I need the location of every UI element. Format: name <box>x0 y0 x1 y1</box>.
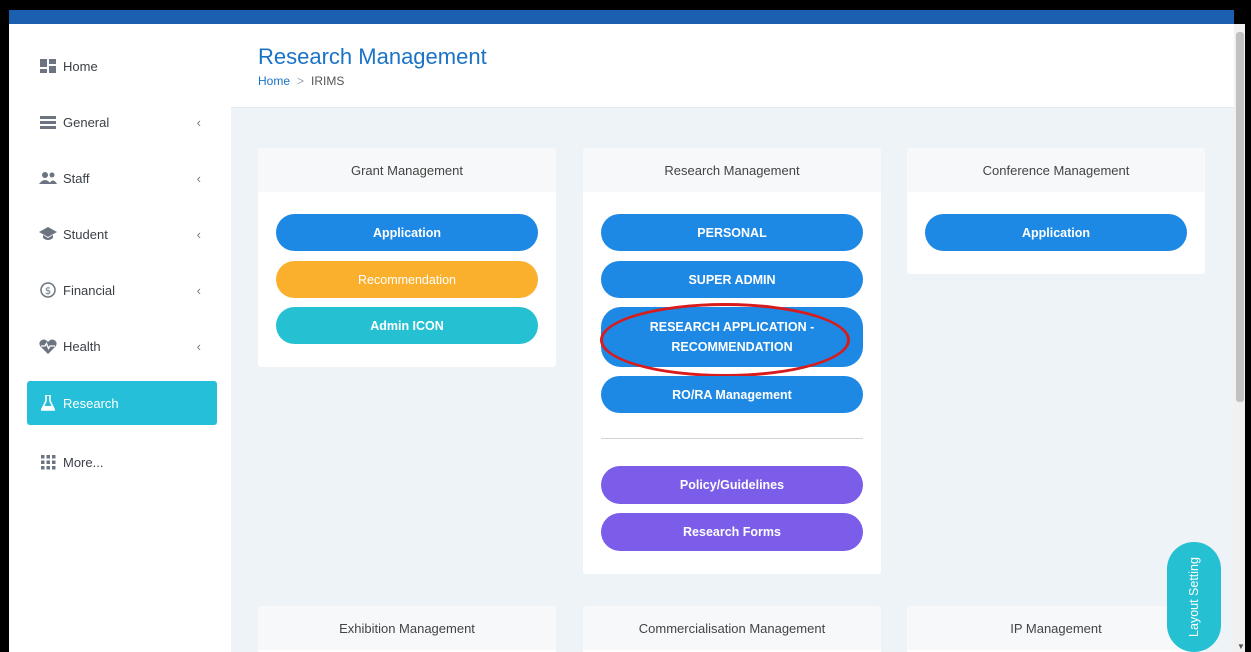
super-admin-button[interactable]: SUPER ADMIN <box>601 261 863 298</box>
grid-icon <box>39 453 57 471</box>
personal-button[interactable]: PERSONAL <box>601 214 863 251</box>
policy-guidelines-button[interactable]: Policy/Guidelines <box>601 466 863 504</box>
sidebar-item-staff[interactable]: Staff ‹ <box>27 156 217 200</box>
ip-management-card: IP Management <box>907 606 1205 652</box>
card-title: Exhibition Management <box>258 606 556 650</box>
app-frame: Home General ‹ Staff ‹ Student ‹ $ Finan… <box>9 24 1245 652</box>
research-management-card: Research Management PERSONAL SUPER ADMIN… <box>583 148 881 574</box>
grant-management-card: Grant Management Application Recommendat… <box>258 148 556 367</box>
grant-application-button[interactable]: Application <box>276 214 538 251</box>
conference-management-card: Conference Management Application <box>907 148 1205 274</box>
breadcrumb-separator-icon: > <box>297 74 305 88</box>
layout-setting-button[interactable]: Layout Setting <box>1167 542 1221 652</box>
top-bar <box>9 10 1234 24</box>
heartbeat-icon <box>39 337 57 355</box>
research-forms-button[interactable]: Research Forms <box>601 513 863 551</box>
page-title: Research Management <box>258 44 487 69</box>
dashboard-icon <box>39 57 57 75</box>
main-content: Research Management Home > IRIMS Grant M… <box>231 24 1234 652</box>
sidebar-item-general[interactable]: General ‹ <box>27 100 217 144</box>
card-title: Conference Management <box>907 148 1205 192</box>
conference-application-button[interactable]: Application <box>925 214 1187 251</box>
sidebar-item-label: Financial <box>63 282 116 298</box>
scrollbar-thumb[interactable] <box>1236 32 1244 402</box>
sidebar-item-home[interactable]: Home <box>27 44 217 88</box>
research-application-recommendation-button[interactable]: RESEARCH APPLICATION - RECOMMENDATION <box>601 307 863 367</box>
grant-admin-icon-button[interactable]: Admin ICON <box>276 307 538 344</box>
chevron-left-icon: ‹ <box>196 170 201 186</box>
users-icon <box>39 169 57 187</box>
sidebar-item-research[interactable]: Research <box>27 381 217 425</box>
svg-text:$: $ <box>45 286 51 297</box>
chevron-left-icon: ‹ <box>196 282 201 298</box>
list-icon <box>39 113 57 131</box>
sidebar-item-label: Staff <box>63 170 90 186</box>
sidebar-item-label: More... <box>63 454 104 470</box>
dollar-circle-icon: $ <box>39 281 57 299</box>
card-title: Research Management <box>583 148 881 192</box>
sidebar: Home General ‹ Staff ‹ Student ‹ $ Finan… <box>9 24 231 652</box>
ro-ra-management-button[interactable]: RO/RA Management <box>601 376 863 413</box>
chevron-left-icon: ‹ <box>196 226 201 242</box>
chevron-left-icon: ‹ <box>196 114 201 130</box>
page-header: Research Management Home > IRIMS <box>231 24 1234 108</box>
sidebar-item-health[interactable]: Health ‹ <box>27 324 217 368</box>
chevron-left-icon: ‹ <box>196 338 201 354</box>
sidebar-item-label: Health <box>63 338 101 354</box>
sidebar-item-financial[interactable]: $ Financial ‹ <box>27 268 217 312</box>
scroll-down-arrow-icon[interactable]: ▼ <box>1237 642 1245 651</box>
sidebar-item-label: Home <box>63 58 98 74</box>
breadcrumb: Home > IRIMS <box>258 74 344 88</box>
commercialisation-management-card: Commercialisation Management <box>583 606 881 652</box>
card-title: Grant Management <box>258 148 556 192</box>
sidebar-item-student[interactable]: Student ‹ <box>27 212 217 256</box>
sidebar-item-label: Student <box>63 226 108 242</box>
card-title: Commercialisation Management <box>583 606 881 650</box>
card-title: IP Management <box>907 606 1205 650</box>
divider <box>601 438 863 439</box>
sidebar-item-more[interactable]: More... <box>27 440 217 484</box>
grant-recommendation-button[interactable]: Recommendation <box>276 261 538 298</box>
sidebar-item-label: General <box>63 114 110 130</box>
exhibition-management-card: Exhibition Management <box>258 606 556 652</box>
breadcrumb-home-link[interactable]: Home <box>258 74 290 88</box>
layout-setting-label: Layout Setting <box>1187 557 1202 637</box>
graduation-cap-icon <box>39 225 57 243</box>
sidebar-item-label: Research <box>63 395 119 411</box>
button-label-line-1: RESEARCH APPLICATION - <box>649 320 815 334</box>
flask-icon <box>39 394 57 412</box>
button-label-line-2: RECOMMENDATION <box>671 340 793 354</box>
breadcrumb-current: IRIMS <box>311 74 345 88</box>
